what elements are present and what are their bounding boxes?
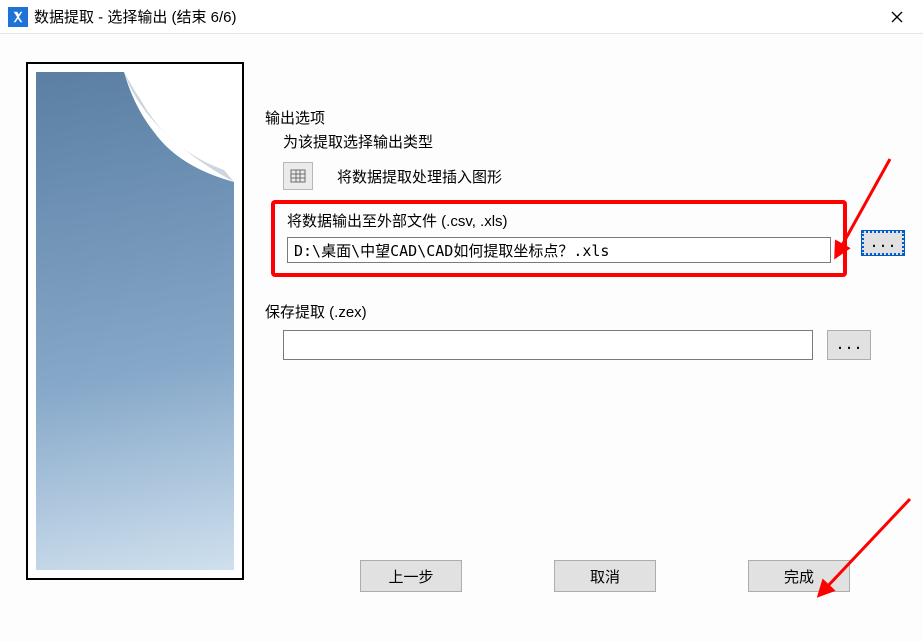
insert-drawing-button[interactable]	[283, 162, 313, 190]
close-icon	[891, 11, 903, 23]
output-options-legend: 输出选项	[265, 107, 331, 128]
options-area: 输出选项 为该提取选择输出类型 将数据提取处理插入图形 将数据输出至外部文件 (…	[265, 109, 905, 378]
insert-drawing-row: 将数据提取处理插入图形	[283, 162, 887, 190]
external-file-highlight: 将数据输出至外部文件 (.csv, .xls)	[271, 200, 847, 277]
table-icon	[290, 168, 306, 184]
back-button[interactable]: 上一步	[360, 560, 462, 592]
close-button[interactable]	[879, 3, 915, 31]
output-type-subtitle: 为该提取选择输出类型	[283, 131, 905, 152]
footer-buttons: 上一步 取消 完成	[360, 560, 850, 592]
save-extract-path-input[interactable]	[283, 330, 813, 360]
cancel-button[interactable]: 取消	[554, 560, 656, 592]
page-fold-icon	[124, 72, 234, 182]
insert-drawing-label: 将数据提取处理插入图形	[337, 166, 502, 187]
output-options-group: 输出选项 为该提取选择输出类型 将数据提取处理插入图形 将数据输出至外部文件 (…	[265, 109, 905, 277]
finish-button[interactable]: 完成	[748, 560, 850, 592]
browse-external-file-button[interactable]: ...	[861, 230, 905, 256]
external-file-label: 将数据输出至外部文件 (.csv, .xls)	[287, 210, 831, 231]
app-icon	[8, 7, 28, 27]
preview-page	[36, 72, 234, 570]
window-title: 数据提取 - 选择输出 (结束 6/6)	[34, 6, 237, 27]
external-file-path-input[interactable]	[287, 237, 831, 263]
save-extract-group: 保存提取 (.zex) ...	[265, 295, 905, 360]
dialog-content: 输出选项 为该提取选择输出类型 将数据提取处理插入图形 将数据输出至外部文件 (…	[0, 34, 923, 642]
browse-save-extract-button[interactable]: ...	[827, 330, 871, 360]
preview-panel	[26, 62, 244, 580]
save-extract-label: 保存提取 (.zex)	[265, 301, 905, 322]
title-bar: 数据提取 - 选择输出 (结束 6/6)	[0, 0, 923, 34]
